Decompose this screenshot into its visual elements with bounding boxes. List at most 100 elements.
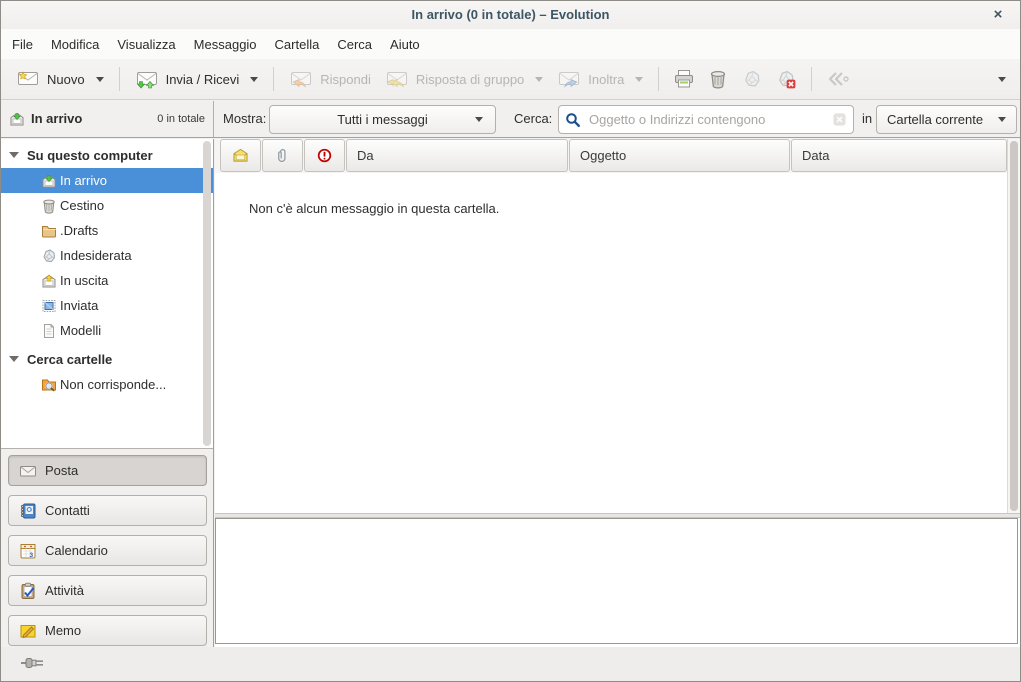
switcher-attivita[interactable]: Attività — [8, 575, 207, 606]
search-field[interactable] — [558, 105, 854, 134]
folder-item-inviata[interactable]: Inviata — [1, 293, 213, 318]
search-scope-value: Cartella corrente — [887, 112, 983, 127]
folder-label: In arrivo — [60, 173, 107, 188]
folder-item-in-arrivo[interactable]: In arrivo — [1, 168, 213, 193]
calendar-icon — [19, 542, 37, 560]
column-header-priority[interactable] — [304, 139, 345, 172]
group-reply-button[interactable]: Risposta di gruppo — [378, 64, 550, 94]
expander-icon[interactable] — [9, 356, 19, 362]
online-status-icon[interactable] — [21, 657, 47, 669]
folder-label: Cestino — [60, 198, 104, 213]
group-reply-dropdown-arrow[interactable] — [535, 77, 543, 82]
folder-icon — [41, 223, 57, 239]
chevron-down-icon — [475, 117, 483, 122]
column-header-da[interactable]: Da — [346, 139, 568, 172]
send-receive-icon — [135, 69, 159, 89]
menu-cerca[interactable]: Cerca — [328, 32, 381, 57]
send-receive-button[interactable]: Invia / Ricevi — [128, 64, 266, 94]
toolbar-separator — [658, 67, 659, 91]
not-junk-icon — [776, 69, 796, 89]
column-header-read-status[interactable] — [220, 139, 261, 172]
delete-button[interactable] — [701, 64, 735, 94]
menu-aiuto[interactable]: Aiuto — [381, 32, 429, 57]
folder-tree: Su questo computer In arrivo Cestino .Dr… — [1, 139, 213, 449]
column-header-oggetto[interactable]: Oggetto — [569, 139, 790, 172]
clear-search-icon[interactable] — [832, 112, 847, 127]
trash-icon — [41, 198, 57, 214]
show-filter-dropdown[interactable]: Tutti i messaggi — [269, 105, 496, 134]
column-header-attachment[interactable] — [262, 139, 303, 172]
sidebar-scrollbar[interactable] — [203, 141, 211, 446]
message-list-scrollbar[interactable] — [1007, 139, 1020, 513]
send-receive-dropdown-arrow[interactable] — [250, 77, 258, 82]
new-button-label: Nuovo — [47, 72, 85, 87]
sidebar-group-computer[interactable]: Su questo computer — [1, 142, 213, 168]
close-button[interactable]: × — [988, 5, 1008, 25]
print-button[interactable] — [667, 64, 701, 94]
new-button[interactable]: Nuovo — [9, 64, 111, 94]
switcher-label: Attività — [45, 583, 84, 598]
folder-summary: In arrivo 0 in totale — [1, 101, 214, 137]
new-mail-icon — [16, 69, 40, 89]
message-list[interactable]: Non c'è alcun messaggio in questa cartel… — [215, 173, 1020, 513]
forward-button-label: Inoltra — [588, 72, 624, 87]
column-header-data[interactable]: Data — [791, 139, 1007, 172]
switcher-posta[interactable]: Posta — [8, 455, 207, 486]
junk-icon — [41, 248, 57, 264]
empty-folder-message: Non c'è alcun messaggio in questa cartel… — [249, 201, 499, 216]
toolbar-overflow-arrow[interactable] — [998, 77, 1006, 82]
window-title: In arrivo (0 in totale) – Evolution — [1, 7, 1020, 22]
scrollbar-thumb[interactable] — [203, 141, 211, 446]
reply-button-label: Rispondi — [320, 72, 371, 87]
search-input[interactable] — [587, 111, 826, 128]
menu-visualizza[interactable]: Visualizza — [108, 32, 184, 57]
search-scope-dropdown[interactable]: Cartella corrente — [876, 105, 1017, 134]
folder-item-non-corrisponde[interactable]: Non corrisponde... — [1, 372, 213, 397]
not-junk-button[interactable] — [769, 64, 803, 94]
contacts-icon — [19, 502, 37, 520]
menu-messaggio[interactable]: Messaggio — [185, 32, 266, 57]
memo-icon — [19, 622, 37, 640]
switcher-memo[interactable]: Memo — [8, 615, 207, 646]
folder-item-cestino[interactable]: Cestino — [1, 193, 213, 218]
folder-item-indesiderata[interactable]: Indesiderata — [1, 243, 213, 268]
toolbar-separator — [811, 67, 812, 91]
junk-button[interactable] — [735, 64, 769, 94]
junk-icon — [742, 69, 762, 89]
previous-icon — [827, 71, 851, 87]
switcher-label: Posta — [45, 463, 78, 478]
scrollbar-thumb[interactable] — [1010, 141, 1018, 511]
folder-label: Non corrisponde... — [60, 377, 166, 392]
toolbar-separator — [119, 67, 120, 91]
menu-file[interactable]: File — [3, 32, 42, 57]
forward-button[interactable]: Inoltra — [550, 64, 650, 94]
templates-icon — [41, 323, 57, 339]
sidebar-group-cerca-cartelle[interactable]: Cerca cartelle — [1, 346, 213, 372]
switcher-calendario[interactable]: Calendario — [8, 535, 207, 566]
inbox-icon — [41, 173, 57, 189]
search-label: Cerca: — [514, 111, 552, 126]
folder-item-in-uscita[interactable]: In uscita — [1, 268, 213, 293]
folder-label: Modelli — [60, 323, 101, 338]
evolution-window: In arrivo (0 in totale) – Evolution × Fi… — [0, 0, 1021, 682]
folder-total-count: 0 in totale — [157, 113, 205, 125]
previous-message-button[interactable] — [820, 66, 858, 92]
menu-bar: File Modifica Visualizza Messaggio Carte… — [1, 29, 1020, 59]
reply-button[interactable]: Rispondi — [282, 64, 378, 94]
new-dropdown-arrow[interactable] — [96, 77, 104, 82]
group-reply-button-label: Risposta di gruppo — [416, 72, 524, 87]
group-label: Su questo computer — [27, 148, 153, 163]
switcher-label: Calendario — [45, 543, 108, 558]
expander-icon[interactable] — [9, 152, 19, 158]
switcher-label: Memo — [45, 623, 81, 638]
forward-dropdown-arrow[interactable] — [635, 77, 643, 82]
switcher-contatti[interactable]: Contatti — [8, 495, 207, 526]
menu-cartella[interactable]: Cartella — [266, 32, 329, 57]
search-icon — [565, 112, 581, 128]
outbox-icon — [41, 273, 57, 289]
folder-item-modelli[interactable]: Modelli — [1, 318, 213, 343]
menu-modifica[interactable]: Modifica — [42, 32, 108, 57]
attachment-icon — [275, 148, 290, 163]
folder-item-drafts[interactable]: .Drafts — [1, 218, 213, 243]
current-folder-name: In arrivo — [31, 111, 82, 126]
